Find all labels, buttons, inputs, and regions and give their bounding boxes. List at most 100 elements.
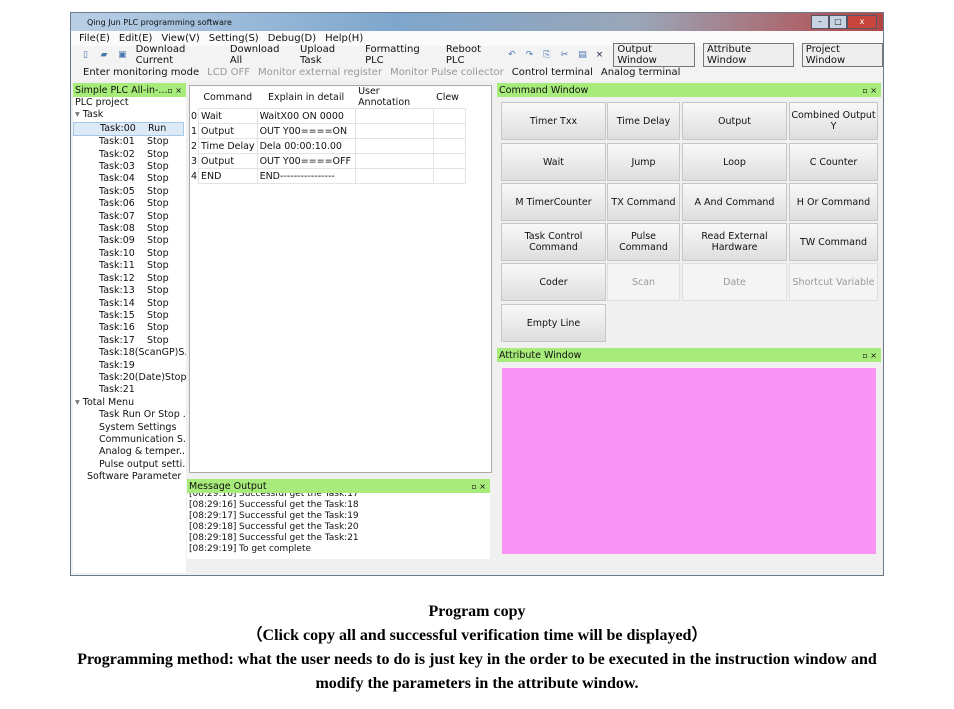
tree-menu-item[interactable]: Pulse output setti... bbox=[73, 459, 186, 471]
tree-task-item[interactable]: Task:00 Run bbox=[73, 121, 184, 137]
column-header[interactable]: Explain in detail bbox=[257, 86, 355, 109]
paste-icon[interactable]: ▤ bbox=[578, 50, 588, 61]
annotation-cell[interactable] bbox=[354, 168, 434, 184]
table-row[interactable]: 2 Time Delay Dela 00:00:10.00 bbox=[190, 138, 466, 154]
command-button-task-control-command[interactable]: Task Control Command bbox=[501, 223, 606, 261]
clew-cell[interactable] bbox=[432, 108, 466, 124]
tree-software-parameter[interactable]: Software Parameter bbox=[73, 471, 186, 483]
explain-cell[interactable]: END---------------- bbox=[256, 168, 356, 184]
explain-cell[interactable]: OUT Y00====OFF bbox=[256, 153, 356, 169]
monitor-toolbar-button[interactable]: Monitor external register bbox=[258, 67, 382, 78]
command-button-combined-output-y[interactable]: Combined Output Y bbox=[789, 102, 878, 140]
tree-task-item[interactable]: Task:02 Stop bbox=[73, 149, 186, 161]
command-button-wait[interactable]: Wait bbox=[501, 143, 606, 181]
copy-icon[interactable]: ⎘ bbox=[543, 50, 553, 61]
monitor-toolbar-button[interactable]: LCD OFF bbox=[207, 67, 250, 78]
table-row[interactable]: 3 Output OUT Y00====OFF bbox=[190, 153, 466, 169]
minimize-button[interactable]: – bbox=[811, 15, 829, 29]
toolbar-button[interactable]: Download Current bbox=[136, 44, 222, 66]
menu-item[interactable]: Edit(E) bbox=[119, 33, 153, 44]
column-header[interactable]: Clew bbox=[433, 86, 465, 109]
command-button-h-or-command[interactable]: H Or Command bbox=[789, 183, 878, 221]
monitor-toolbar-button[interactable]: Control terminal bbox=[512, 67, 593, 78]
tree-task-item[interactable]: Task:05 Stop bbox=[73, 186, 186, 198]
tree-menu-item[interactable]: Task Run Or Stop ... bbox=[73, 409, 186, 421]
toolbar-button[interactable]: Formatting PLC bbox=[365, 44, 438, 66]
menu-item[interactable]: Setting(S) bbox=[209, 33, 259, 44]
tree-task-item[interactable]: Task:20(Date)Stop bbox=[73, 372, 186, 384]
panel-float-close-icons[interactable]: ▫ × bbox=[862, 86, 877, 95]
tree-task-item[interactable]: Task:16 Stop bbox=[73, 322, 186, 334]
tree-task-item[interactable]: Task:03 Stop bbox=[73, 161, 186, 173]
clew-cell[interactable] bbox=[432, 138, 466, 154]
table-row[interactable]: 0 Wait WaitX00 ON 0000 bbox=[190, 108, 466, 124]
command-button-a-and-command[interactable]: A And Command bbox=[682, 183, 787, 221]
command-cell[interactable]: Output bbox=[198, 153, 258, 169]
explain-cell[interactable]: Dela 00:00:10.00 bbox=[256, 138, 356, 154]
annotation-cell[interactable] bbox=[354, 108, 434, 124]
tree-task-item[interactable]: Task:04 Stop bbox=[73, 173, 186, 185]
command-button-read-external-hardware[interactable]: Read External Hardware bbox=[682, 223, 787, 261]
window-toggle-button[interactable]: Project Window bbox=[801, 43, 883, 67]
table-row[interactable]: 1 Output OUT Y00====ON bbox=[190, 123, 466, 139]
monitor-toolbar-button[interactable]: Monitor Pulse collector bbox=[390, 67, 504, 78]
window-toggle-button[interactable]: Output Window bbox=[613, 43, 696, 67]
command-button-loop[interactable]: Loop bbox=[682, 143, 787, 181]
panel-float-close-icons[interactable]: ▫ × bbox=[471, 482, 486, 491]
tree-task-item[interactable]: Task:14 Stop bbox=[73, 298, 186, 310]
command-cell[interactable]: Wait bbox=[198, 108, 258, 124]
column-header[interactable]: Command bbox=[199, 86, 258, 109]
expand-arrow-icon[interactable]: ▾ bbox=[75, 109, 83, 120]
command-cell[interactable]: Time Delay bbox=[198, 138, 258, 154]
tree-menu-item[interactable]: Communication S... bbox=[73, 434, 186, 446]
tree-task-item[interactable]: Task:10 Stop bbox=[73, 248, 186, 260]
tree-menu-item[interactable]: Analog & temper... bbox=[73, 446, 186, 458]
open-folder-icon[interactable]: ▰ bbox=[101, 50, 111, 61]
redo-icon[interactable]: ↷ bbox=[526, 50, 536, 61]
tree-task-item[interactable]: Task:07 Stop bbox=[73, 211, 186, 223]
attribute-editor-area[interactable] bbox=[502, 368, 876, 554]
menu-item[interactable]: View(V) bbox=[161, 33, 199, 44]
monitor-toolbar-button[interactable]: Enter monitoring mode bbox=[83, 67, 199, 78]
clew-cell[interactable] bbox=[432, 153, 466, 169]
expand-arrow-icon[interactable]: ▾ bbox=[75, 397, 83, 408]
clew-cell[interactable] bbox=[432, 168, 466, 184]
table-row[interactable]: 4 END END---------------- bbox=[190, 168, 466, 184]
tree-root[interactable]: PLC project bbox=[73, 97, 186, 109]
tree-task-item[interactable]: Task:06 Stop bbox=[73, 198, 186, 210]
command-button-time-delay[interactable]: Time Delay bbox=[607, 102, 680, 140]
tree-task-item[interactable]: Task:13 Stop bbox=[73, 285, 186, 297]
tree-group-task[interactable]: ▾ Task bbox=[73, 109, 186, 121]
column-header[interactable]: User Annotation bbox=[355, 86, 433, 109]
tree-task-item[interactable]: Task:08 Stop bbox=[73, 223, 186, 235]
explain-cell[interactable]: WaitX00 ON 0000 bbox=[256, 108, 356, 124]
tree-task-item[interactable]: Task:12 Stop bbox=[73, 273, 186, 285]
tree-task-item[interactable]: Task:19 bbox=[73, 360, 186, 372]
menu-item[interactable]: Debug(D) bbox=[268, 33, 316, 44]
toolbar-button[interactable]: Upload Task bbox=[300, 44, 357, 66]
command-button-c-counter[interactable]: C Counter bbox=[789, 143, 878, 181]
clew-cell[interactable] bbox=[432, 123, 466, 139]
tree-task-item[interactable]: Task:09 Stop bbox=[73, 235, 186, 247]
tree-menu-item[interactable]: System Settings bbox=[73, 422, 186, 434]
tree-task-item[interactable]: Task:18(ScanGP)S... bbox=[73, 347, 186, 359]
command-button-m-timercounter[interactable]: M TimerCounter bbox=[501, 183, 606, 221]
command-button-output[interactable]: Output bbox=[682, 102, 787, 140]
tree-task-item[interactable]: Task:01 Stop bbox=[73, 136, 186, 148]
close-button[interactable]: x bbox=[847, 15, 877, 29]
command-button-tx-command[interactable]: TX Command bbox=[607, 183, 680, 221]
tree-task-item[interactable]: Task:21 bbox=[73, 384, 186, 396]
monitor-toolbar-button[interactable]: Analog terminal bbox=[601, 67, 681, 78]
new-file-icon[interactable]: ▯ bbox=[83, 50, 93, 61]
menu-item[interactable]: File(E) bbox=[79, 33, 110, 44]
command-cell[interactable]: Output bbox=[198, 123, 258, 139]
cut-icon[interactable]: ✂ bbox=[561, 50, 571, 61]
undo-icon[interactable]: ↶ bbox=[508, 50, 518, 61]
annotation-cell[interactable] bbox=[354, 138, 434, 154]
window-toggle-button[interactable]: Attribute Window bbox=[703, 43, 794, 67]
command-button-jump[interactable]: Jump bbox=[607, 143, 680, 181]
tree-group-total-menu[interactable]: ▾ Total Menu bbox=[73, 397, 186, 409]
panel-float-close-icons[interactable]: ▫ × bbox=[862, 351, 877, 360]
save-icon[interactable]: ▣ bbox=[118, 50, 128, 61]
panel-float-close-icons[interactable]: ▫ × bbox=[167, 86, 182, 95]
